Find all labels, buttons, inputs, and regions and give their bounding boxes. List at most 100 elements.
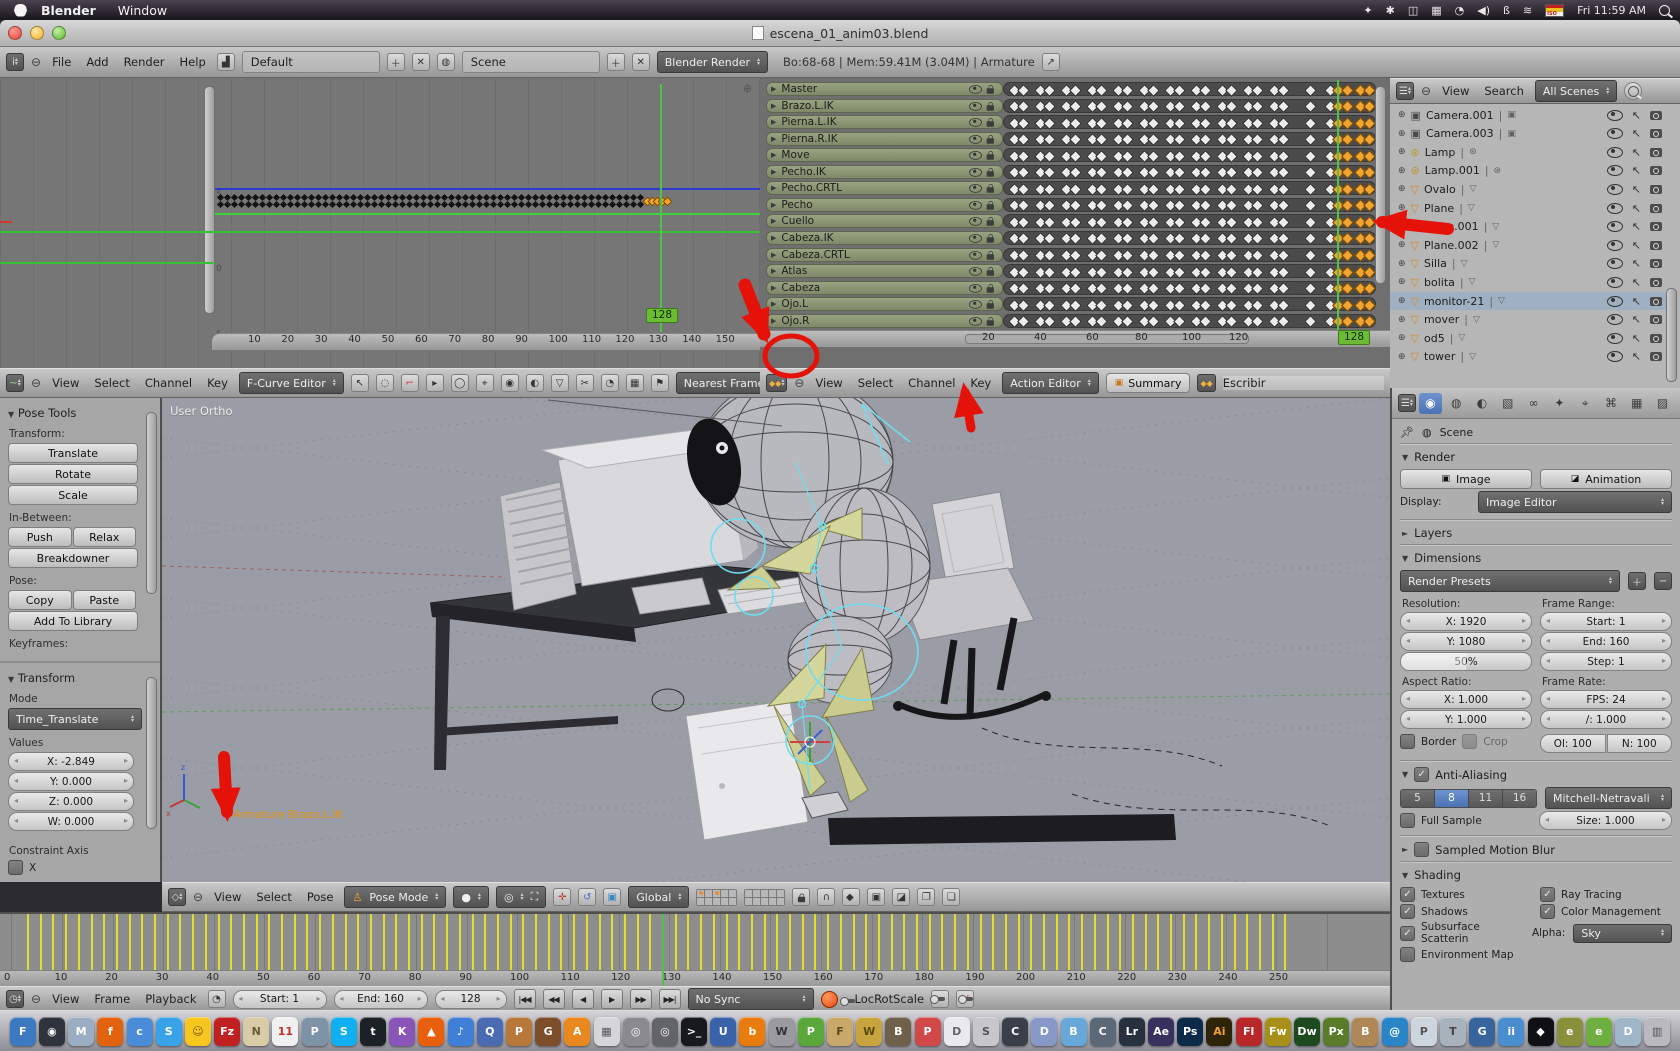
keyframe-diamond[interactable]: [1199, 149, 1212, 163]
expand-icon[interactable]: ⊕: [1398, 352, 1406, 362]
layer-cell[interactable]: [769, 889, 777, 897]
renderable-icon[interactable]: [1650, 333, 1662, 343]
keyframe-diamond[interactable]: [1121, 116, 1134, 130]
antialiasing-panel-header[interactable]: ▼ ✓ Anti-Aliasing: [1400, 763, 1672, 785]
keyframe-diamond[interactable]: [1363, 166, 1376, 180]
lock-icon[interactable]: [986, 216, 994, 226]
keyframe-diamond[interactable]: [1173, 199, 1186, 213]
keyframe-diamond[interactable]: [1147, 298, 1160, 312]
volume-icon[interactable]: ◀): [1477, 4, 1490, 17]
keyframe-diamond[interactable]: [1147, 249, 1160, 262]
keyframe-diamond[interactable]: [1069, 298, 1082, 312]
renderable-icon[interactable]: [1650, 259, 1662, 269]
action-menu-channel[interactable]: Channel: [904, 376, 959, 390]
keyframe-diamond[interactable]: [1363, 116, 1376, 130]
expand-icon[interactable]: ⊕: [1398, 129, 1406, 139]
action-channel[interactable]: ▶ Pecho: [766, 197, 1003, 212]
keyframe-diamond[interactable]: [1043, 232, 1056, 246]
dock-photoshop[interactable]: Ps: [1177, 1016, 1204, 1046]
dropbox-icon[interactable]: ✦: [1363, 4, 1372, 17]
keyframe-diamond[interactable]: [1251, 116, 1264, 130]
layer-cell[interactable]: [705, 889, 713, 897]
previous-keyframe-button[interactable]: ◀◀: [542, 989, 565, 1009]
play-reverse-button[interactable]: ◀: [571, 989, 594, 1009]
layers-grid-1[interactable]: [696, 888, 738, 906]
keyframe-diamond[interactable]: [1251, 83, 1264, 97]
keyframe-diamond[interactable]: [1251, 100, 1264, 113]
selectable-icon[interactable]: ↖: [1632, 127, 1641, 140]
keyframe-diamond[interactable]: [1251, 315, 1264, 329]
dock-drive[interactable]: D: [1615, 1016, 1642, 1046]
keyframe-diamond[interactable]: [1225, 282, 1238, 295]
dock-finder[interactable]: F: [9, 1016, 36, 1046]
lock-icon[interactable]: [986, 233, 994, 243]
lock-icon[interactable]: [986, 299, 994, 309]
keyframe-diamond[interactable]: [1277, 133, 1290, 147]
keyframe-diamond[interactable]: [1304, 199, 1317, 213]
visibility-icon[interactable]: [969, 84, 982, 94]
value-x-field[interactable]: ◂ X: -2.849 ▸: [8, 752, 134, 771]
keyframe-diamond[interactable]: [1304, 100, 1317, 113]
scene-icon[interactable]: ◍: [436, 53, 455, 71]
expand-icon[interactable]: ⊕: [1398, 259, 1406, 269]
screen-layout-field[interactable]: Default: [241, 51, 380, 73]
keyframe-diamond[interactable]: [1251, 199, 1264, 213]
expand-icon[interactable]: ▶: [771, 300, 776, 308]
dock-compass[interactable]: C: [1002, 1016, 1029, 1046]
action-channel[interactable]: ▶ Ojo.L: [766, 297, 1003, 312]
keyframe-diamond[interactable]: [1199, 166, 1212, 180]
keyframe-diamond[interactable]: [1043, 315, 1056, 329]
delete-scene-button[interactable]: ✕: [631, 53, 650, 71]
resolution-percentage-slider[interactable]: 50%: [1400, 652, 1532, 671]
keyframe-diamond[interactable]: [1121, 315, 1134, 329]
expand-icon[interactable]: ⊕: [1398, 184, 1406, 194]
visibility-icon[interactable]: [1606, 239, 1623, 251]
dock-quicktime[interactable]: Q: [476, 1016, 503, 1046]
keyframe-diamond[interactable]: [1069, 166, 1082, 180]
tab-texture[interactable]: ▨: [1651, 393, 1674, 414]
antialiasing-checkbox[interactable]: ✓: [1414, 767, 1430, 782]
keyframe-diamond[interactable]: [1277, 282, 1290, 295]
keyframe-diamond[interactable]: [1304, 216, 1317, 229]
aspect-y-field[interactable]: ◂ Y: 1.000 ▸: [1400, 710, 1532, 729]
keyframe-diamond[interactable]: [1043, 116, 1056, 130]
render-presets-dropdown[interactable]: Render Presets ▴ ▾: [1400, 570, 1620, 592]
renderable-icon[interactable]: [1650, 203, 1662, 213]
lock-icon[interactable]: [986, 200, 994, 210]
lock-icon[interactable]: [986, 266, 994, 276]
layer-cell[interactable]: [713, 897, 721, 905]
screen-layout-icon[interactable]: ▟: [216, 53, 235, 71]
action-menu-select[interactable]: Select: [854, 376, 897, 390]
keyframe-diamond[interactable]: [1225, 166, 1238, 180]
keyframe-diamond[interactable]: [1277, 249, 1290, 262]
keyframe-diamond[interactable]: [1277, 232, 1290, 246]
expand-icon[interactable]: ⊕: [1398, 315, 1406, 325]
tab-constraints[interactable]: ∞: [1522, 393, 1545, 414]
pin-icon[interactable]: 📌︎: [1400, 426, 1414, 439]
menu-render[interactable]: Render: [120, 55, 169, 69]
display-dropdown[interactable]: Image Editor ▴ ▾: [1478, 491, 1672, 513]
new-frame-map-field[interactable]: N: 100: [1606, 734, 1672, 753]
keyframe-diamond[interactable]: [1069, 83, 1082, 97]
value-z-field[interactable]: ◂ Z: 0.000 ▸: [8, 792, 134, 811]
renderable-icon[interactable]: [1650, 277, 1662, 287]
dock-pictures[interactable]: P: [505, 1016, 532, 1046]
renderable-icon[interactable]: [1650, 240, 1662, 250]
outliner-item[interactable]: ⊕ ⊛ Lamp | ⊛ ↖: [1390, 143, 1666, 161]
dock-console[interactable]: U: [710, 1016, 737, 1046]
cursor-icon[interactable]: ↖: [350, 374, 369, 392]
summary-toggle-button[interactable]: ▣ Summary: [1105, 373, 1191, 393]
collapse-menus-icon[interactable]: ⊖: [31, 55, 41, 69]
breakdowner-button[interactable]: Breakdowner: [8, 548, 138, 568]
keyframe-diamond[interactable]: [1225, 116, 1238, 130]
keyframe-diamond[interactable]: [1363, 182, 1376, 196]
action-channel[interactable]: ▶ Pecho.CRTL: [766, 181, 1003, 196]
layer-cell[interactable]: [753, 897, 761, 905]
keyframe-diamond[interactable]: [1043, 265, 1056, 279]
keyframe-diamond[interactable]: [1225, 149, 1238, 163]
dock-gimp[interactable]: W: [768, 1016, 795, 1046]
keyframe-diamond[interactable]: [1341, 166, 1354, 180]
tab-material[interactable]: ▦: [1625, 393, 1648, 414]
visibility-icon[interactable]: [969, 233, 982, 243]
keyframe-diamond[interactable]: [1147, 166, 1160, 180]
